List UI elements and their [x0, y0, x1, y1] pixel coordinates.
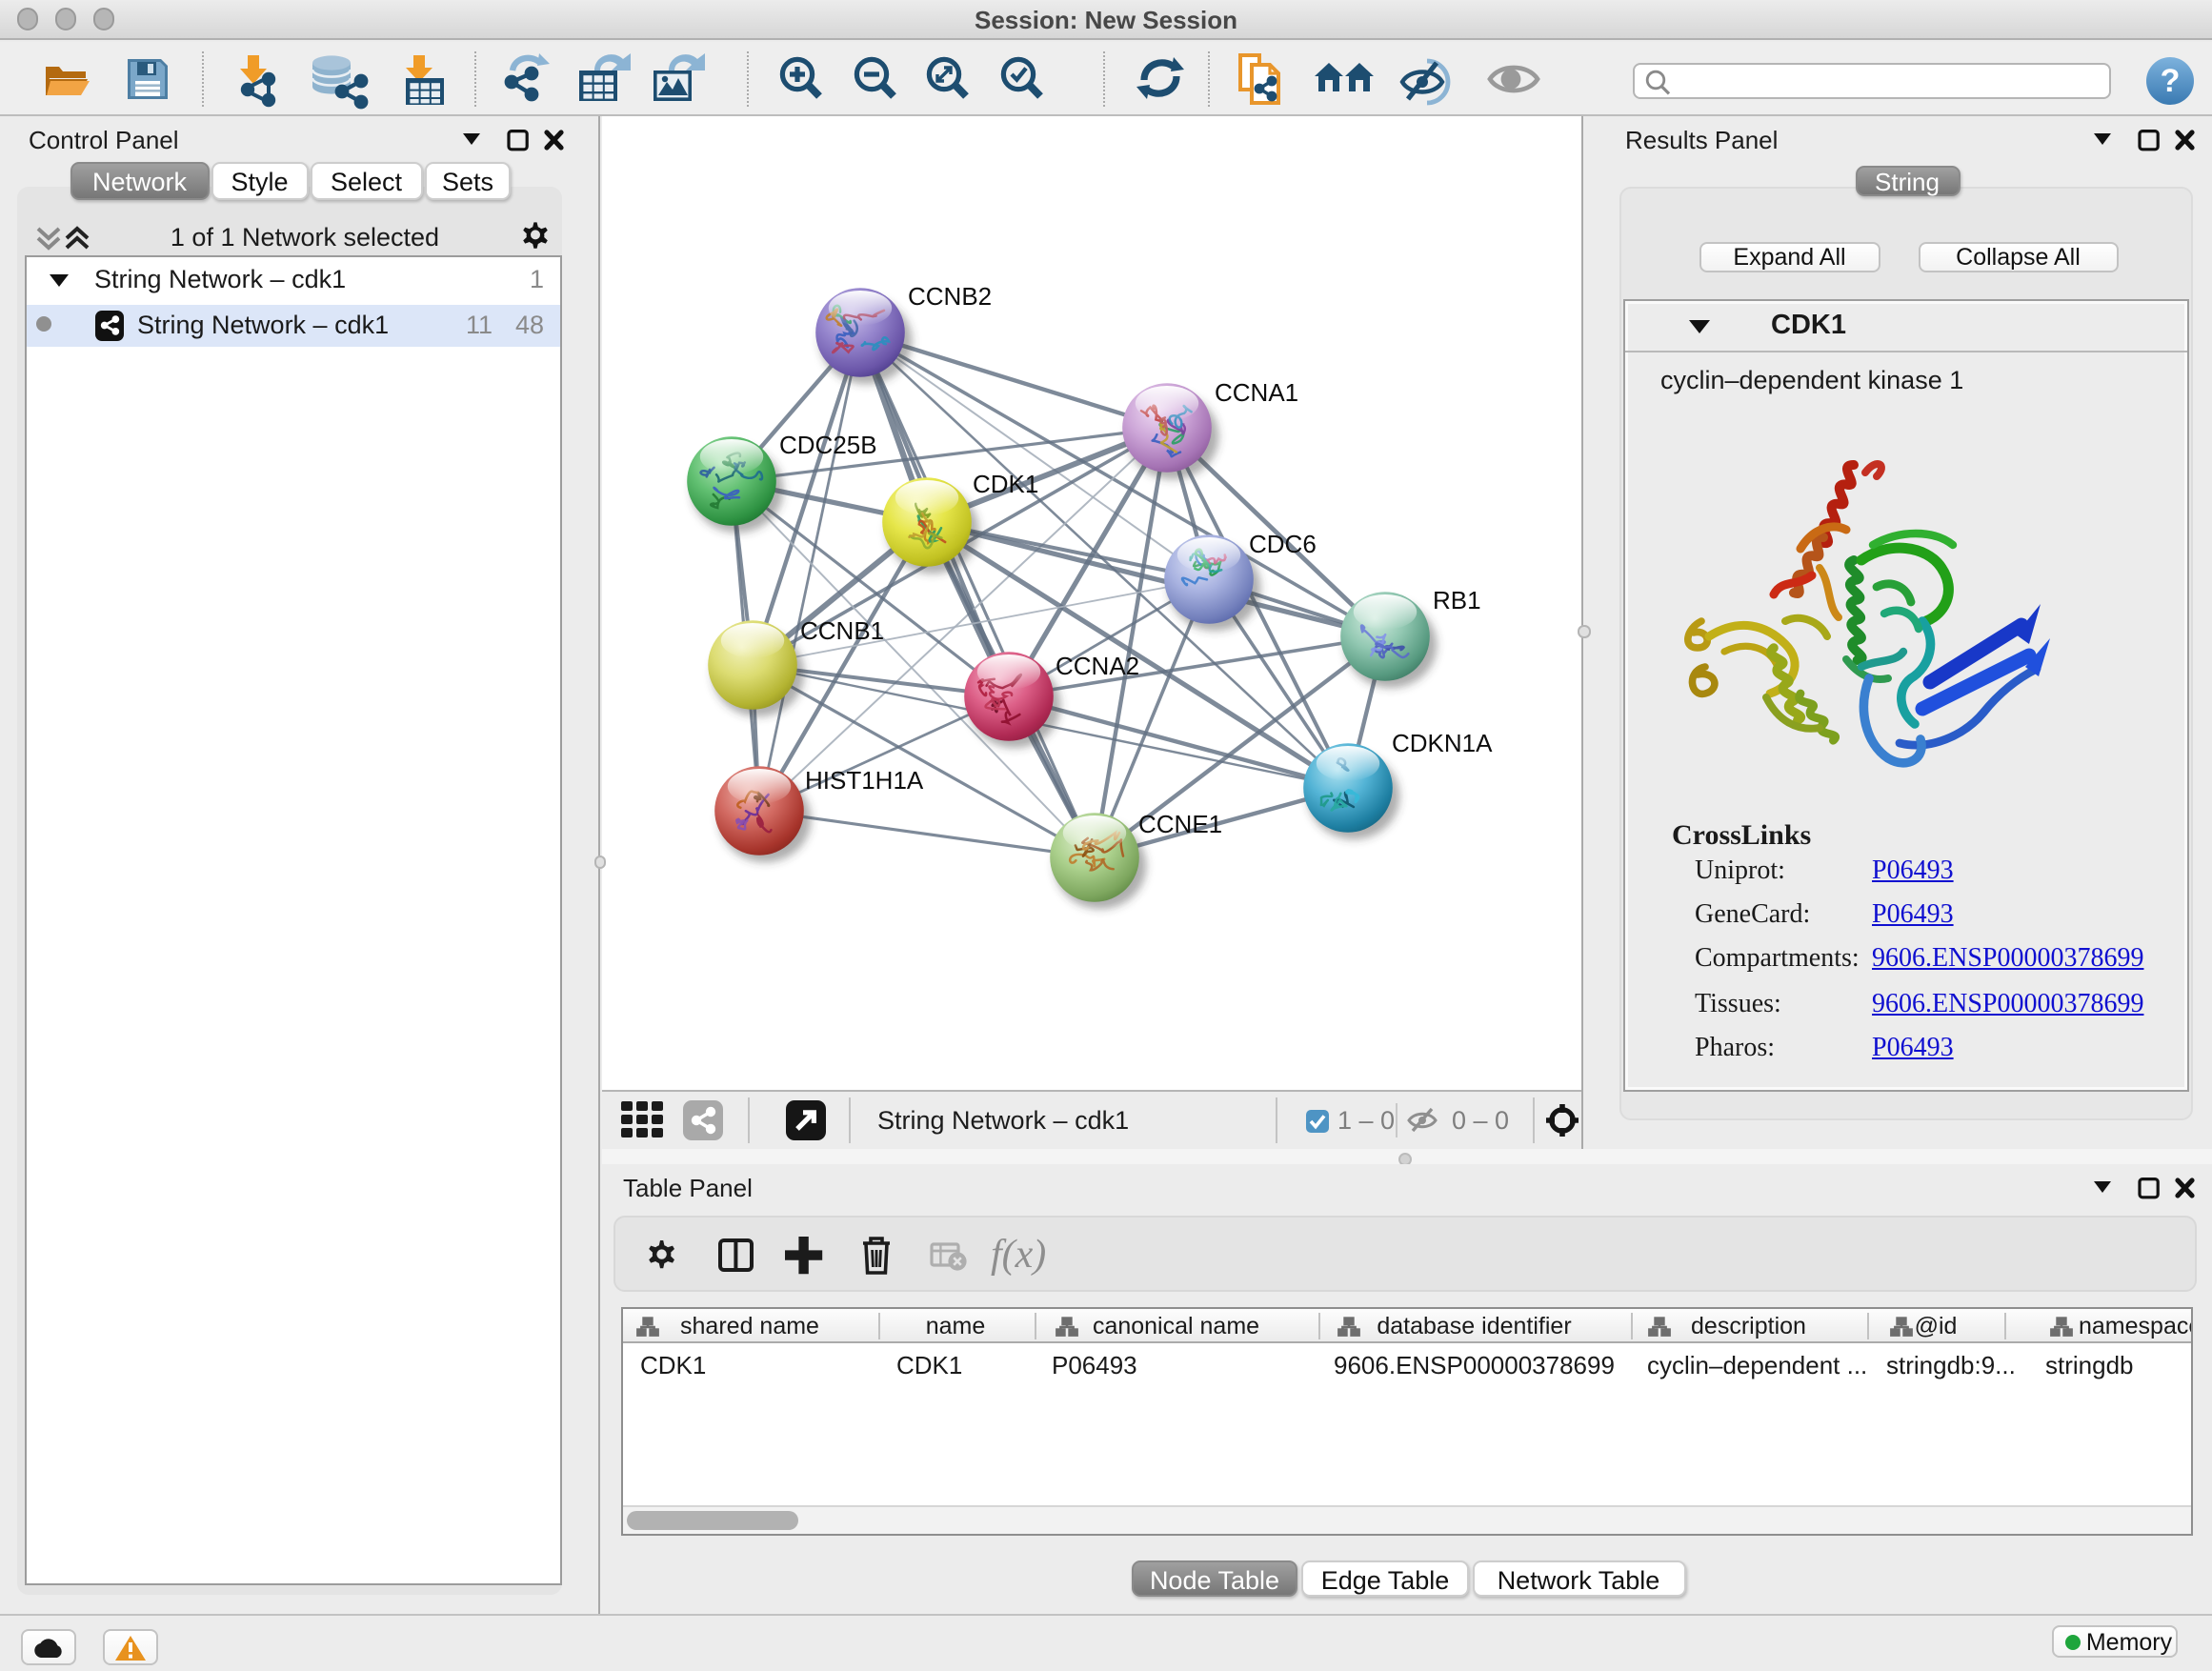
svg-text:CCNB1: CCNB1	[799, 616, 883, 645]
svg-text:1 – 0: 1 – 0	[1337, 1106, 1394, 1135]
svg-text:CCNE1: CCNE1	[1137, 810, 1221, 838]
svg-text:CCNB2: CCNB2	[907, 282, 991, 311]
svg-text:RB1: RB1	[1432, 586, 1480, 614]
svg-text:String Network – cdk1: String Network – cdk1	[876, 1106, 1128, 1135]
svg-text:f(x): f(x)	[991, 1232, 1046, 1276]
svg-text:CDC6: CDC6	[1248, 530, 1316, 558]
svg-text:CCNA1: CCNA1	[1214, 378, 1297, 407]
svg-text:CDK1: CDK1	[972, 470, 1037, 498]
svg-text:CCNA2: CCNA2	[1055, 652, 1138, 680]
svg-text:0 – 0: 0 – 0	[1451, 1106, 1508, 1135]
svg-text:CDC25B: CDC25B	[778, 431, 876, 459]
svg-text:?: ?	[2161, 62, 2181, 98]
svg-text:CDKN1A: CDKN1A	[1391, 729, 1492, 757]
svg-text:HIST1H1A: HIST1H1A	[804, 766, 923, 795]
